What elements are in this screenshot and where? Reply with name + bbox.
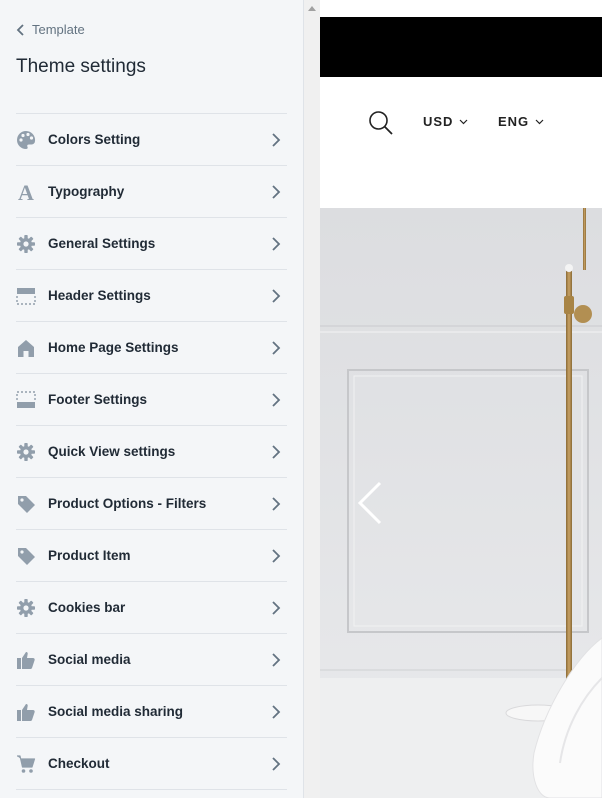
- sidebar-item-checkout[interactable]: Checkout: [16, 738, 287, 790]
- chevron-right-icon: [272, 185, 281, 199]
- chevron-right-icon: [272, 445, 281, 459]
- thumbs-up-icon: [16, 702, 36, 722]
- sidebar-item-label: Checkout: [48, 756, 110, 771]
- store-header: USD ENG: [320, 77, 602, 208]
- language-selector[interactable]: ENG: [498, 114, 544, 129]
- chevron-down-icon: [460, 119, 468, 124]
- sidebar-item-product-options-filters[interactable]: Product Options - Filters: [16, 478, 287, 530]
- chevron-right-icon: [272, 289, 281, 303]
- sidebar-item-label: Social media sharing: [48, 704, 184, 719]
- chevron-right-icon: [272, 341, 281, 355]
- announcement-bar: [320, 17, 602, 77]
- sidebar-item-footer-settings[interactable]: Footer Settings: [16, 374, 287, 426]
- sidebar-item-general-settings[interactable]: General Settings: [16, 218, 287, 270]
- home-icon: [16, 338, 36, 358]
- sidebar-item-typography[interactable]: A Typography: [16, 166, 287, 218]
- svg-text:A: A: [18, 182, 34, 202]
- tag-icon: [16, 494, 36, 514]
- sidebar-item-social-media[interactable]: Social media: [16, 634, 287, 686]
- footer-layout-icon: [16, 390, 36, 410]
- chevron-right-icon: [272, 133, 281, 147]
- chevron-right-icon: [272, 653, 281, 667]
- store-preview: USD ENG: [320, 0, 602, 798]
- chevron-left-icon: [16, 23, 24, 36]
- sidebar-item-label: Social media: [48, 652, 131, 667]
- sidebar-item-quick-view-settings[interactable]: Quick View settings: [16, 426, 287, 478]
- sidebar-item-label: Footer Settings: [48, 392, 148, 407]
- sidebar-item-header-settings[interactable]: Header Settings: [16, 270, 287, 322]
- sidebar-item-label: Typography: [48, 184, 125, 199]
- sidebar-item-label: Colors Setting: [48, 132, 141, 147]
- thumbs-up-icon: [16, 650, 36, 670]
- back-link-label: Template: [32, 22, 85, 37]
- hero-slideshow: [320, 208, 602, 798]
- search-icon[interactable]: [368, 110, 394, 136]
- language-label: ENG: [498, 114, 530, 129]
- sidebar-item-label: Home Page Settings: [48, 340, 179, 355]
- palette-icon: [16, 130, 36, 150]
- chevron-right-icon: [272, 393, 281, 407]
- sidebar-item-colors-setting[interactable]: Colors Setting: [16, 114, 287, 166]
- sidebar-item-label: Product Item: [48, 548, 131, 563]
- scroll-up-arrow-icon[interactable]: [308, 6, 316, 11]
- sidebar-item-home-page-settings[interactable]: Home Page Settings: [16, 322, 287, 374]
- chevron-right-icon: [272, 549, 281, 563]
- slideshow-previous-arrow-icon[interactable]: [356, 480, 384, 526]
- sidebar-item-product-item[interactable]: Product Item: [16, 530, 287, 582]
- chevron-right-icon: [272, 497, 281, 511]
- back-link[interactable]: Template: [16, 22, 85, 37]
- typography-icon: A: [16, 182, 36, 202]
- chevron-right-icon: [272, 237, 281, 251]
- cart-icon: [16, 754, 36, 774]
- chevron-right-icon: [272, 705, 281, 719]
- currency-label: USD: [423, 114, 454, 129]
- sidebar-item-label: Quick View settings: [48, 444, 176, 459]
- sidebar-item-label: Product Options - Filters: [48, 496, 207, 511]
- gear-icon: [16, 598, 36, 618]
- chevron-down-icon: [535, 119, 544, 124]
- gear-icon: [16, 234, 36, 254]
- sidebar-item-label: Header Settings: [48, 288, 151, 303]
- page-title: Theme settings: [16, 56, 146, 77]
- gear-icon: [16, 442, 36, 462]
- chevron-right-icon: [272, 601, 281, 615]
- settings-list: Colors Setting A Typography General Sett…: [16, 113, 287, 790]
- tag-icon: [16, 546, 36, 566]
- theme-settings-sidebar: Template Theme settings Colors Setting A…: [0, 0, 304, 798]
- chevron-right-icon: [272, 757, 281, 771]
- sidebar-item-label: Cookies bar: [48, 600, 126, 615]
- sidebar-scrollbar[interactable]: [304, 0, 320, 798]
- sidebar-item-cookies-bar[interactable]: Cookies bar: [16, 582, 287, 634]
- sidebar-item-label: General Settings: [48, 236, 156, 251]
- header-layout-icon: [16, 286, 36, 306]
- sidebar-item-social-media-sharing[interactable]: Social media sharing: [16, 686, 287, 738]
- currency-selector[interactable]: USD: [423, 114, 468, 129]
